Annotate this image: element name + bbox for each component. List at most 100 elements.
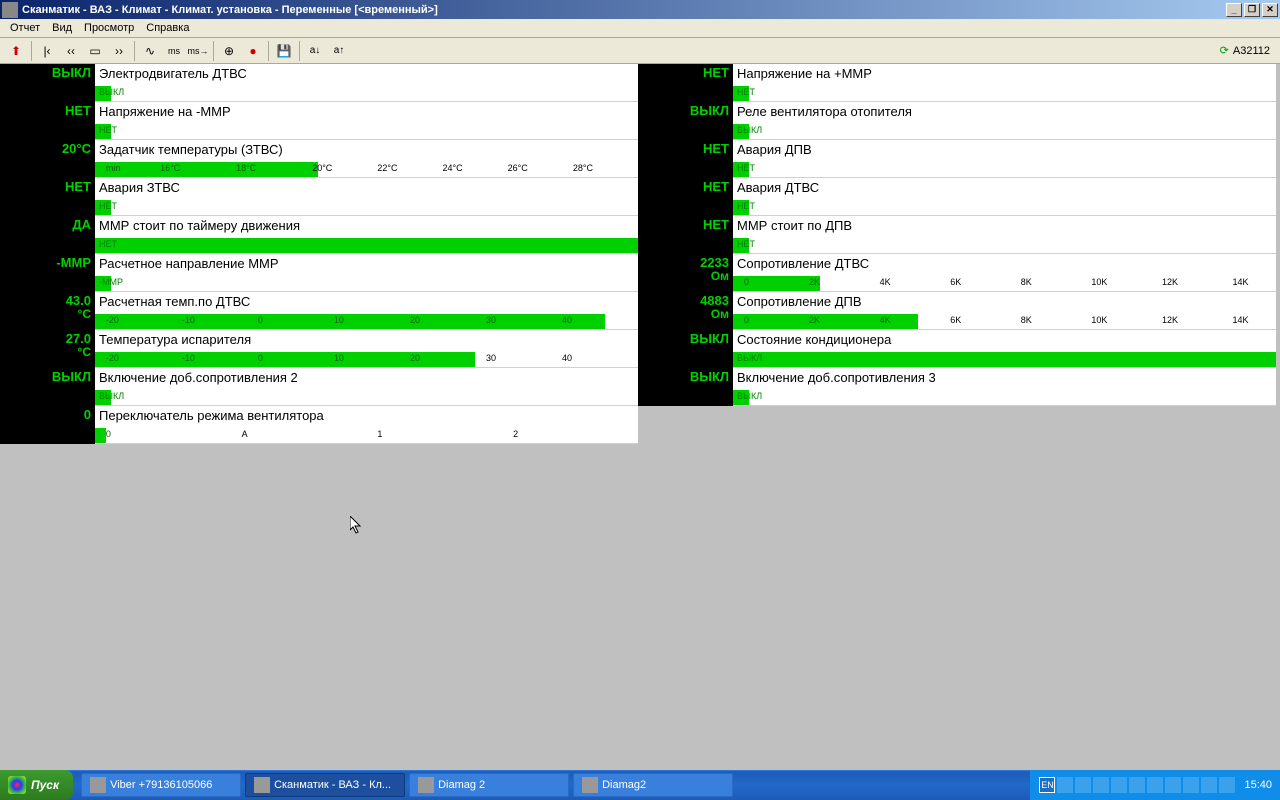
refresh-icon: ⟳	[1220, 44, 1229, 57]
tick-label: 10	[334, 353, 344, 363]
tray-icon[interactable]	[1165, 777, 1181, 793]
wave-icon[interactable]: ∿	[139, 40, 161, 62]
parameter-row[interactable]: НЕТАвария ЗТВСНЕТ	[0, 178, 638, 216]
marker-icon[interactable]: ⊕	[218, 40, 240, 62]
system-tray: EN 15:40	[1030, 770, 1280, 800]
tray-icon[interactable]	[1183, 777, 1199, 793]
parameter-row[interactable]: -ММРРасчетное направление ММР-ММР	[0, 254, 638, 292]
parameter-row[interactable]: НЕТАвария ДПВНЕТ	[638, 140, 1276, 178]
menu-view[interactable]: Вид	[46, 20, 78, 36]
parameter-bar: ВЫКЛ	[733, 390, 1276, 405]
parameter-name: Расчетное направление ММР	[95, 254, 638, 271]
parameter-name: Включение доб.сопротивления 2	[95, 368, 638, 385]
menu-report[interactable]: Отчет	[4, 20, 46, 36]
parameter-name: Переключатель режима вентилятора	[95, 406, 638, 423]
parameter-row[interactable]: 20°CЗадатчик температуры (ЗТВС)min16°C18…	[0, 140, 638, 178]
parameter-state: -ММР	[99, 277, 123, 287]
tick-label: 6K	[950, 315, 961, 325]
tray-icon[interactable]	[1093, 777, 1109, 793]
menu-help[interactable]: Справка	[140, 20, 195, 36]
tray-icon[interactable]	[1129, 777, 1145, 793]
parameter-value: НЕТ	[638, 216, 733, 254]
lang-indicator[interactable]: EN	[1039, 777, 1055, 793]
parameter-value: НЕТ	[0, 178, 95, 216]
tray-icon[interactable]	[1057, 777, 1073, 793]
parameter-main: Электродвигатель ДТВСВЫКЛ	[95, 64, 638, 102]
tick-label: 20	[410, 315, 420, 325]
clock[interactable]: 15:40	[1244, 779, 1272, 791]
tick-label: 18°C	[236, 163, 256, 173]
parameter-row[interactable]: ДАММР стоит по таймеру движенияНЕТ	[0, 216, 638, 254]
parameter-row[interactable]: 2233ОмСопротивление ДТВС02K4K6K8K10K12K1…	[638, 254, 1276, 292]
tick-label: 8K	[1021, 315, 1032, 325]
parameter-value: ВЫКЛ	[638, 368, 733, 406]
taskbar-item[interactable]: Сканматик - ВАЗ - Кл...	[245, 773, 405, 797]
sort-desc-icon[interactable]: a↑	[328, 40, 350, 62]
parameter-row[interactable]: ВЫКЛВключение доб.сопротивления 3ВЫКЛ	[638, 368, 1276, 406]
parameter-row[interactable]: НЕТММР стоит по ДПВНЕТ	[638, 216, 1276, 254]
tray-icon[interactable]	[1201, 777, 1217, 793]
parameter-row[interactable]: 27.0°CТемпература испарителя-20-10010203…	[0, 330, 638, 368]
parameter-row[interactable]: ВЫКЛЭлектродвигатель ДТВСВЫКЛ	[0, 64, 638, 102]
parameter-row[interactable]: ВЫКЛСостояние кондиционераВЫКЛ	[638, 330, 1276, 368]
parameter-value: НЕТ	[638, 140, 733, 178]
parameter-bar: -20-10010203040	[95, 314, 638, 329]
parameter-main: Реле вентилятора отопителяВЫКЛ	[733, 102, 1276, 140]
minimize-button[interactable]: _	[1226, 3, 1242, 17]
tick-label: 0	[744, 277, 749, 287]
parameter-bar: ВЫКЛ	[95, 86, 638, 101]
maximize-button[interactable]: ❐	[1244, 3, 1260, 17]
parameters-column-right: НЕТНапряжение на +ММРНЕТВЫКЛРеле вентиля…	[638, 64, 1276, 444]
tray-icon[interactable]	[1111, 777, 1127, 793]
first-icon[interactable]: |‹	[36, 40, 58, 62]
sort-asc-icon[interactable]: a↓	[304, 40, 326, 62]
taskbar-item[interactable]: Diamag 2	[409, 773, 569, 797]
tick-label: 10	[334, 315, 344, 325]
parameter-row[interactable]: 0 Переключатель режима вентилятора 0A12	[0, 406, 638, 444]
parameter-main: Включение доб.сопротивления 2 ВЫКЛ	[95, 368, 638, 406]
parameter-bar: НЕТ	[733, 162, 1276, 177]
ms-icon[interactable]: ms	[163, 40, 185, 62]
parameter-bar: ВЫКЛ	[95, 390, 638, 405]
parameter-row[interactable]: ВЫКЛВключение доб.сопротивления 2 ВЫКЛ	[0, 368, 638, 406]
parameter-row[interactable]: ВЫКЛРеле вентилятора отопителяВЫКЛ	[638, 102, 1276, 140]
start-button[interactable]: Пуск	[0, 770, 73, 800]
taskbar-item[interactable]: Diamag2	[573, 773, 733, 797]
close-button[interactable]: ✕	[1262, 3, 1278, 17]
app-icon	[582, 777, 598, 793]
up-icon[interactable]: ⬆	[5, 40, 27, 62]
parameter-row[interactable]: 4883ОмСопротивление ДПВ02K4K6K8K10K12K14…	[638, 292, 1276, 330]
tick-label: 10K	[1091, 277, 1107, 287]
parameter-value: 43.0°C	[0, 292, 95, 330]
taskbar-item[interactable]: Viber +79136105066	[81, 773, 241, 797]
parameter-state: НЕТ	[737, 201, 755, 211]
parameter-value: 20°C	[0, 140, 95, 178]
parameter-value: НЕТ	[0, 102, 95, 140]
menu-browse[interactable]: Просмотр	[78, 20, 140, 36]
parameter-value: ВЫКЛ	[638, 330, 733, 368]
stop-icon[interactable]: ▭	[84, 40, 106, 62]
tray-icon[interactable]	[1147, 777, 1163, 793]
prev-icon[interactable]: ‹‹	[60, 40, 82, 62]
tick-label: 12K	[1162, 277, 1178, 287]
parameter-row[interactable]: НЕТНапряжение на -ММРНЕТ	[0, 102, 638, 140]
parameter-row[interactable]: НЕТАвария ДТВСНЕТ	[638, 178, 1276, 216]
next-icon[interactable]: ››	[108, 40, 130, 62]
tick-label: -20	[106, 315, 119, 325]
app-icon	[2, 2, 18, 18]
tick-label: 26°C	[508, 163, 528, 173]
parameter-main: Переключатель режима вентилятора 0A12	[95, 406, 638, 444]
tick-label: 0	[106, 429, 111, 439]
tray-icon[interactable]	[1075, 777, 1091, 793]
tray-icon[interactable]	[1219, 777, 1235, 793]
tick-label: 0	[258, 353, 263, 363]
parameter-row[interactable]: НЕТНапряжение на +ММРНЕТ	[638, 64, 1276, 102]
save-icon[interactable]: 💾	[273, 40, 295, 62]
record-icon[interactable]: ●	[242, 40, 264, 62]
parameter-row[interactable]: 43.0°CРасчетная темп.по ДТВС-20-10010203…	[0, 292, 638, 330]
taskbar-item-label: Сканматик - ВАЗ - Кл...	[274, 779, 391, 791]
ms2-icon[interactable]: ms→	[187, 40, 209, 62]
parameter-bar: -ММР	[95, 276, 638, 291]
parameter-state: ВЫКЛ	[737, 353, 762, 363]
parameter-bar: 0A12	[95, 428, 638, 443]
